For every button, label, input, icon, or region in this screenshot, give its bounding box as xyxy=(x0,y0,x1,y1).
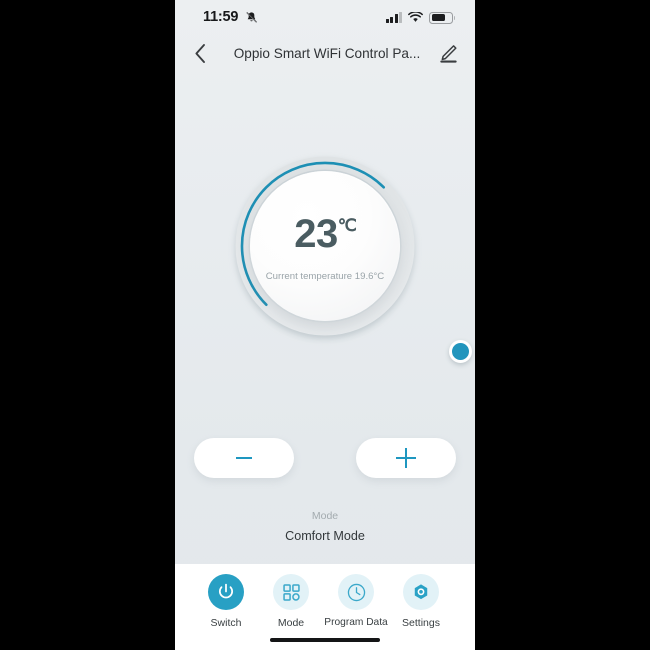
status-bar: 11:59 xyxy=(175,0,475,34)
setpoint-value: 23 xyxy=(294,212,338,256)
nav-item-settings[interactable]: Settings xyxy=(392,574,450,629)
status-time: 11:59 xyxy=(203,9,239,25)
plus-icon xyxy=(396,448,416,468)
minus-icon xyxy=(236,457,252,459)
nav-label-mode: Mode xyxy=(277,617,305,629)
pencil-edit-icon xyxy=(439,44,457,63)
mode-icon-circle xyxy=(273,574,309,610)
increase-temperature-button[interactable] xyxy=(356,438,456,478)
mode-value[interactable]: Comfort Mode xyxy=(175,529,475,543)
battery-icon xyxy=(429,11,456,24)
setpoint-temperature: 23℃ xyxy=(250,214,400,254)
setpoint-unit: ℃ xyxy=(337,215,357,235)
cellular-signal-icon xyxy=(386,12,402,23)
hex-gear-icon xyxy=(414,584,428,600)
mode-label: Mode xyxy=(311,510,339,522)
current-temperature-text: Current temperature 19.6°C xyxy=(265,271,385,282)
home-indicator-bar[interactable] xyxy=(270,637,380,642)
nav-label-switch: Switch xyxy=(210,617,242,629)
bottom-navigation: Switch Mode Program Data Settings xyxy=(175,564,475,650)
phone-screen: 11:59 Oppio Smart WiFi Control Pa... 23℃… xyxy=(175,0,475,650)
nav-item-switch[interactable]: Switch xyxy=(197,574,255,629)
nav-label-settings: Settings xyxy=(402,617,440,629)
edit-button[interactable] xyxy=(431,34,465,72)
power-icon xyxy=(218,583,234,599)
dial-face: 23℃ Current temperature 19.6°C xyxy=(250,171,400,321)
temperature-dial[interactable]: 23℃ Current temperature 19.6°C xyxy=(225,146,472,363)
chevron-left-icon xyxy=(194,43,205,63)
dial-knob[interactable] xyxy=(449,340,472,363)
app-header: Oppio Smart WiFi Control Pa... xyxy=(175,34,475,72)
bell-slash-icon xyxy=(246,12,257,23)
nav-item-mode[interactable]: Mode xyxy=(262,574,320,629)
grid-squares-icon xyxy=(282,583,300,601)
switch-icon-circle xyxy=(208,574,244,610)
nav-item-program-data[interactable]: Program Data xyxy=(324,574,388,628)
program-data-icon-circle xyxy=(338,574,374,610)
settings-icon-circle xyxy=(403,574,439,610)
decrease-temperature-button[interactable] xyxy=(194,438,294,478)
clock-icon xyxy=(347,583,365,601)
status-indicators xyxy=(386,11,456,24)
nav-label-program-data: Program Data xyxy=(324,617,388,628)
back-button[interactable] xyxy=(183,34,217,72)
page-title: Oppio Smart WiFi Control Pa... xyxy=(233,45,421,61)
wifi-icon xyxy=(408,12,423,22)
